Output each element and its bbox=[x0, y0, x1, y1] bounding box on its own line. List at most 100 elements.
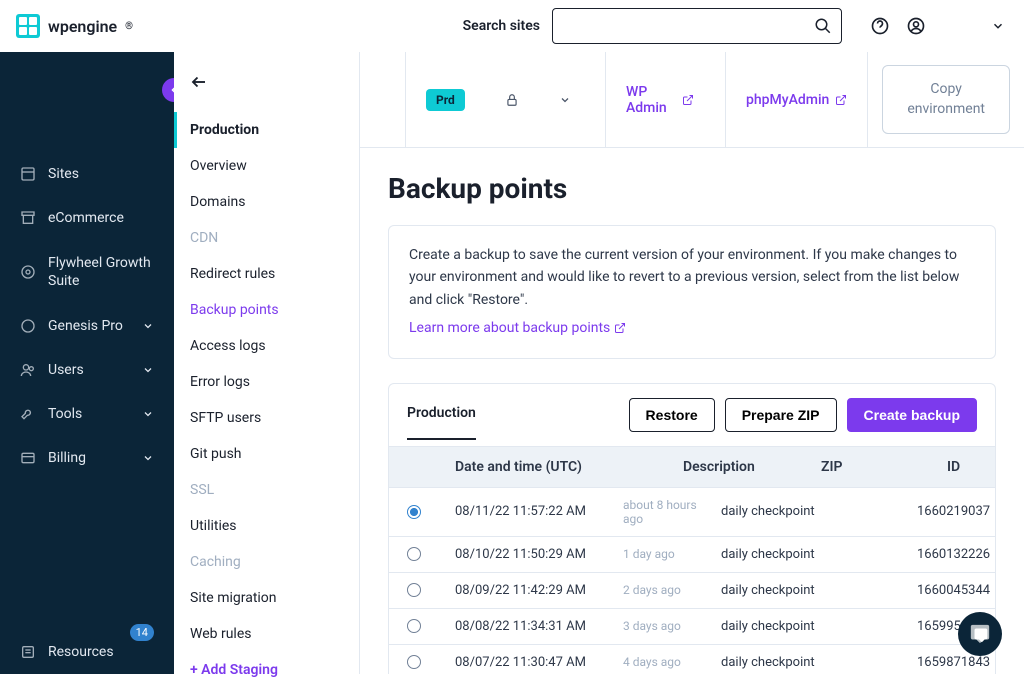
chevron-down-icon bbox=[142, 364, 154, 376]
billing-icon bbox=[20, 450, 36, 466]
sidebar-item-label: Billing bbox=[48, 450, 86, 466]
cell-description: daily checkpoint bbox=[721, 583, 851, 598]
topbar: wpengine® Search sites bbox=[0, 0, 1024, 52]
radio-select[interactable] bbox=[407, 655, 421, 669]
subnav-item-cdn: CDN bbox=[174, 220, 359, 256]
subnav-item-overview[interactable]: Overview bbox=[174, 148, 359, 184]
table-row[interactable]: 08/10/22 11:50:29 AM 1 day ago daily check… bbox=[389, 536, 995, 572]
user-icon[interactable] bbox=[906, 16, 926, 36]
users-icon bbox=[20, 362, 36, 378]
col-zip: ZIP bbox=[821, 459, 939, 475]
sidebar-item-label: Resources bbox=[48, 644, 114, 660]
page-title: Backup points bbox=[388, 172, 996, 205]
logo-text: wpengine bbox=[48, 17, 117, 36]
add-staging-button[interactable]: + Add Staging bbox=[174, 652, 359, 688]
create-backup-button[interactable]: Create backup bbox=[847, 398, 977, 432]
phpmyadmin-link[interactable]: phpMyAdmin bbox=[746, 92, 847, 108]
wp-admin-link[interactable]: WP Admin bbox=[626, 84, 694, 116]
cell-id: 1659871843 bbox=[917, 655, 990, 670]
sidebar-item-ecommerce[interactable]: eCommerce bbox=[0, 196, 174, 240]
table-row[interactable]: 08/11/22 11:57:22 AM about 8 hours ago dai… bbox=[389, 487, 995, 536]
info-text: Create a backup to save the current vers… bbox=[409, 244, 975, 311]
subnav-item-production[interactable]: Production bbox=[174, 112, 359, 148]
restore-button[interactable]: Restore bbox=[629, 398, 715, 432]
search-input[interactable] bbox=[552, 8, 842, 44]
sidebar-item-label: Genesis Pro bbox=[48, 318, 123, 334]
col-id: ID bbox=[947, 459, 1024, 475]
cell-description: daily checkpoint bbox=[721, 619, 851, 634]
sidebar-item-resources[interactable]: Resources bbox=[0, 630, 174, 674]
cell-relative-time: 4 days ago bbox=[623, 655, 713, 669]
cell-relative-time: 3 days ago bbox=[623, 619, 713, 633]
cell-datetime: 08/10/22 11:50:29 AM bbox=[455, 547, 615, 562]
cell-id: 1660219037 bbox=[917, 504, 990, 519]
subnav-item-utilities[interactable]: Utilities bbox=[174, 508, 359, 544]
radio-select[interactable] bbox=[407, 619, 421, 633]
tab-production[interactable]: Production bbox=[407, 405, 476, 425]
subnav-item-git-push[interactable]: Git push bbox=[174, 436, 359, 472]
backup-table: Production Restore Prepare ZIP Create ba… bbox=[388, 383, 996, 674]
cell-description: daily checkpoint bbox=[721, 547, 851, 562]
cell-datetime: 08/11/22 11:57:22 AM bbox=[455, 504, 615, 519]
sites-icon bbox=[20, 166, 36, 182]
table-row[interactable]: 08/07/22 11:30:47 AM 4 days ago daily chec… bbox=[389, 644, 995, 674]
table-row[interactable]: 08/08/22 11:34:31 AM 3 days ago daily chec… bbox=[389, 608, 995, 644]
logo-mark-icon bbox=[16, 14, 40, 38]
radio-select[interactable] bbox=[407, 547, 421, 561]
sidebar-item-flywheel[interactable]: Flywheel Growth Suite bbox=[0, 240, 174, 304]
subnav-item-site-migration[interactable]: Site migration bbox=[174, 580, 359, 616]
prepare-zip-button[interactable]: Prepare ZIP bbox=[725, 398, 837, 432]
cell-relative-time: 1 day ago bbox=[623, 547, 713, 561]
radio-select[interactable] bbox=[407, 505, 421, 519]
subnav-item-error-logs[interactable]: Error logs bbox=[174, 364, 359, 400]
cell-relative-time: 2 days ago bbox=[623, 583, 713, 597]
cell-datetime: 08/07/22 11:30:47 AM bbox=[455, 655, 615, 670]
chevron-down-icon bbox=[142, 320, 154, 332]
logo[interactable]: wpengine® bbox=[16, 14, 133, 38]
cell-description: daily checkpoint bbox=[721, 655, 851, 670]
cell-description: daily checkpoint bbox=[721, 504, 851, 519]
subnav-item-caching: Caching bbox=[174, 544, 359, 580]
environment-bar: Prd WP Admin phpMyAdmin Copy environment bbox=[360, 52, 1024, 148]
secondary-nav: ProductionOverviewDomainsCDNRedirect rul… bbox=[174, 52, 360, 674]
sidebar-item-label: Sites bbox=[48, 166, 79, 182]
col-description: Description bbox=[683, 459, 813, 475]
main-content: Prd WP Admin phpMyAdmin Copy environment bbox=[360, 52, 1024, 674]
learn-more-link[interactable]: Learn more about backup points bbox=[409, 317, 626, 339]
sidebar-item-users[interactable]: Users bbox=[0, 348, 174, 392]
subnav-item-domains[interactable]: Domains bbox=[174, 184, 359, 220]
sidebar-item-tools[interactable]: Tools bbox=[0, 392, 174, 436]
back-arrow-icon[interactable] bbox=[190, 73, 208, 91]
cell-datetime: 08/08/22 11:34:31 AM bbox=[455, 619, 615, 634]
subnav-item-access-logs[interactable]: Access logs bbox=[174, 328, 359, 364]
resources-icon bbox=[20, 644, 36, 660]
search-label: Search sites bbox=[463, 18, 540, 34]
cell-id: 1660045344 bbox=[917, 583, 990, 598]
subnav-item-sftp-users[interactable]: SFTP users bbox=[174, 400, 359, 436]
chevron-down-icon[interactable] bbox=[988, 16, 1008, 36]
info-box: Create a backup to save the current vers… bbox=[388, 225, 996, 359]
subnav-item-backup-points[interactable]: Backup points bbox=[174, 292, 359, 328]
chevron-down-icon bbox=[142, 408, 154, 420]
cell-relative-time: about 8 hours ago bbox=[623, 498, 713, 526]
cell-datetime: 08/09/22 11:42:29 AM bbox=[455, 583, 615, 598]
prd-badge: Prd bbox=[426, 89, 465, 111]
search-icon[interactable] bbox=[814, 17, 832, 35]
copy-environment-button[interactable]: Copy environment bbox=[882, 65, 1010, 134]
ecommerce-icon bbox=[20, 210, 36, 226]
sidebar-item-sites[interactable]: Sites bbox=[0, 152, 174, 196]
radio-select[interactable] bbox=[407, 583, 421, 597]
sidebar-item-billing[interactable]: Billing bbox=[0, 436, 174, 480]
col-datetime: Date and time (UTC) bbox=[455, 459, 675, 475]
sidebar-item-genesis[interactable]: Genesis Pro bbox=[0, 304, 174, 348]
subnav-item-redirect-rules[interactable]: Redirect rules bbox=[174, 256, 359, 292]
chevron-down-icon bbox=[142, 452, 154, 464]
sidebar-item-label: Flywheel Growth Suite bbox=[48, 254, 154, 290]
genesis-icon bbox=[20, 318, 36, 334]
chat-fab[interactable] bbox=[958, 612, 1002, 656]
help-icon[interactable] bbox=[870, 16, 890, 36]
table-row[interactable]: 08/09/22 11:42:29 AM 2 days ago daily chec… bbox=[389, 572, 995, 608]
lock-icon bbox=[505, 93, 519, 107]
chevron-down-icon[interactable] bbox=[559, 94, 571, 106]
subnav-item-web-rules[interactable]: Web rules bbox=[174, 616, 359, 652]
